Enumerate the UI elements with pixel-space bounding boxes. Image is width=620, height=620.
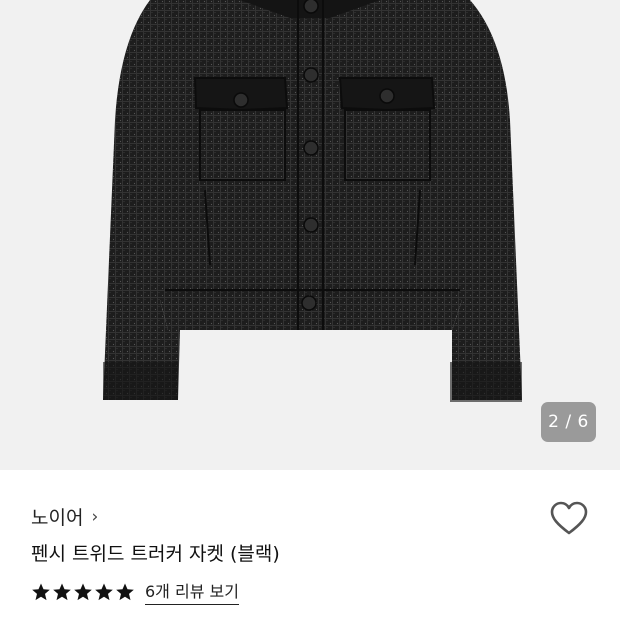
- brand-name: 노이어: [31, 507, 84, 529]
- star-icon: [95, 583, 113, 600]
- star-icon: [74, 583, 92, 600]
- product-title: 펜시 트위드 트러커 자켓 (블랙): [31, 543, 280, 565]
- chevron-right-icon: ›: [91, 506, 99, 527]
- jacket-image: [103, 0, 522, 402]
- product-image-gallery[interactable]: 2 / 6: [0, 0, 620, 470]
- star-icon: [116, 583, 134, 600]
- reviews-link[interactable]: 6개 리뷰 보기: [145, 578, 239, 605]
- image-counter: 2 / 6: [541, 402, 596, 442]
- rating-row: 6개 리뷰 보기: [31, 578, 239, 605]
- star-icon: [32, 583, 50, 600]
- star-icon: [53, 583, 71, 600]
- heart-icon[interactable]: [549, 499, 589, 539]
- brand-link[interactable]: 노이어 ›: [31, 503, 98, 530]
- rating-stars: [31, 582, 135, 602]
